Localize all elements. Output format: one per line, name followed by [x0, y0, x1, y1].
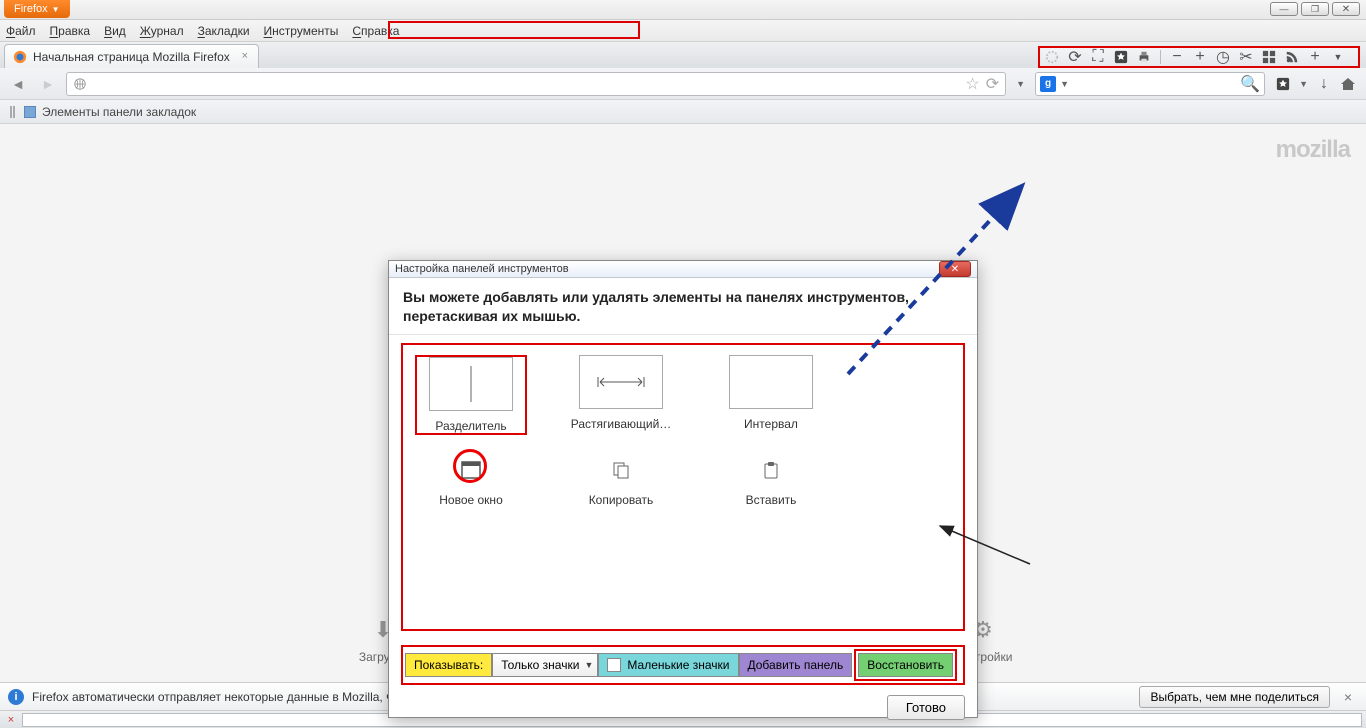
bookmarks-folder-icon: [24, 106, 36, 118]
menu-tools[interactable]: Инструменты: [264, 24, 339, 38]
fullscreen-icon[interactable]: ⛶: [1090, 49, 1106, 65]
status-close-icon[interactable]: ×: [4, 713, 18, 727]
dialog-title: Настройка панелей инструментов: [395, 263, 569, 275]
dialog-close-button[interactable]: ✕: [939, 261, 971, 277]
search-engine-icon[interactable]: g: [1040, 76, 1056, 92]
bookmark-star-icon[interactable]: ☆: [965, 74, 979, 94]
item-copy[interactable]: Копировать: [565, 455, 677, 507]
maximize-button[interactable]: ❐: [1301, 2, 1329, 16]
dialog-titlebar: Настройка панелей инструментов ✕: [389, 261, 977, 278]
annotation-highlight-controls: Показывать: Только значки Маленькие знач…: [401, 645, 965, 685]
menu-bookmarks[interactable]: Закладки: [198, 24, 250, 38]
show-label: Показывать:: [405, 653, 492, 677]
toolbar-right-icons: ▼ ↓: [1271, 76, 1360, 92]
info-close-button[interactable]: ×: [1338, 689, 1358, 705]
bookmarks-grip-icon: [10, 106, 18, 118]
downloads-icon[interactable]: ↓: [1316, 76, 1332, 92]
info-choose-button[interactable]: Выбрать, чем мне поделиться: [1139, 686, 1330, 708]
zoom-in-icon[interactable]: +: [1192, 49, 1208, 65]
bookmarks-menu-icon[interactable]: [1275, 76, 1291, 92]
reload-url-icon[interactable]: ⟳: [986, 74, 999, 94]
item-flexspace[interactable]: Растягивающий…: [565, 355, 677, 435]
annotation-highlight-items: Разделитель Растягивающий… Интервал Ново…: [401, 343, 965, 631]
dropdown-icon[interactable]: ▼: [1330, 49, 1346, 65]
window-controls: — ❐ ✕: [1270, 0, 1366, 16]
add-panel-button[interactable]: Добавить панель: [739, 653, 853, 677]
clock-icon[interactable]: ◷: [1215, 49, 1231, 65]
annotation-highlight-menubar: [388, 21, 640, 39]
paste-icon: [729, 455, 813, 485]
separator-icon: [429, 357, 513, 411]
annotation-highlight-toolbar: ⟳ ⛶ − + ◷ ✂ + ▼: [1038, 46, 1360, 68]
search-input[interactable]: g ▼ 🔍: [1035, 72, 1265, 96]
bookmark-box-icon[interactable]: [1113, 49, 1129, 65]
bookmarks-toolbar-label[interactable]: Элементы панели закладок: [42, 105, 196, 119]
menu-edit[interactable]: Правка: [50, 24, 91, 38]
show-mode-select[interactable]: Только значки: [492, 653, 598, 677]
tab-active[interactable]: Начальная страница Mozilla Firefox ×: [4, 44, 259, 68]
bookmarks-toolbar: Элементы панели закладок: [0, 100, 1366, 124]
minimize-button[interactable]: —: [1270, 2, 1298, 16]
search-dropdown-icon[interactable]: ▼: [1060, 79, 1069, 89]
rss-icon[interactable]: [1284, 49, 1300, 65]
dialog-instruction: Вы можете добавлять или удалять элементы…: [389, 278, 977, 335]
tab-close-button[interactable]: ×: [238, 50, 252, 64]
loading-icon[interactable]: [1044, 49, 1060, 65]
menu-file[interactable]: Файл: [6, 24, 36, 38]
url-dropdown-icon[interactable]: ▼: [1012, 79, 1029, 89]
url-input[interactable]: ☆ ⟳: [66, 72, 1006, 96]
dialog-controls: Показывать: Только значки Маленькие знач…: [389, 639, 977, 728]
home-icon[interactable]: [1340, 76, 1356, 92]
firefox-favicon-icon: [13, 50, 27, 64]
customize-toolbar-dialog: Настройка панелей инструментов ✕ Вы може…: [388, 260, 978, 718]
chevron-down-icon: ▼: [52, 5, 60, 14]
bm-dropdown-icon[interactable]: ▼: [1299, 79, 1308, 89]
small-icons-checkbox[interactable]: Маленькие значки: [598, 653, 738, 677]
search-icon[interactable]: 🔍: [1240, 74, 1260, 94]
item-newwindow[interactable]: Новое окно: [415, 455, 527, 507]
flexspace-icon: [579, 355, 663, 409]
checkbox-icon: [607, 658, 621, 672]
firefox-label: Firefox: [14, 3, 48, 15]
item-spacer[interactable]: Интервал: [715, 355, 827, 435]
copy-icon: [579, 455, 663, 485]
restore-button[interactable]: Восстановить: [858, 653, 953, 677]
annotation-highlight-restore: Восстановить: [854, 649, 957, 681]
spacer-icon: [729, 355, 813, 409]
add-icon[interactable]: +: [1307, 49, 1323, 65]
item-separator[interactable]: Разделитель: [415, 355, 527, 435]
done-button[interactable]: Готово: [887, 695, 965, 720]
print-icon[interactable]: [1136, 49, 1152, 65]
grid-icon[interactable]: [1261, 49, 1277, 65]
reload-icon[interactable]: ⟳: [1067, 49, 1083, 65]
navigation-toolbar: ◄ ► ☆ ⟳ ▼ g ▼ 🔍 ▼ ↓: [0, 68, 1366, 100]
back-button[interactable]: ◄: [6, 72, 30, 96]
menu-history[interactable]: Журнал: [140, 24, 184, 38]
firefox-menu-button[interactable]: Firefox ▼: [4, 0, 70, 18]
close-button[interactable]: ✕: [1332, 2, 1360, 16]
mozilla-logo: mozilla: [1276, 136, 1350, 164]
info-icon: i: [8, 689, 24, 705]
menu-bar: Файл Правка Вид Журнал Закладки Инструме…: [0, 20, 1366, 42]
menu-view[interactable]: Вид: [104, 24, 126, 38]
cut-icon[interactable]: ✂: [1238, 49, 1254, 65]
dialog-body: Разделитель Растягивающий… Интервал Ново…: [389, 335, 977, 639]
window-titlebar: Firefox ▼ — ❐ ✕: [0, 0, 1366, 20]
zoom-out-icon[interactable]: −: [1169, 49, 1185, 65]
item-paste[interactable]: Вставить: [715, 455, 827, 507]
tab-title: Начальная страница Mozilla Firefox: [33, 50, 230, 64]
browser-content: mozilla ⬇Загрузки ★Закладки ◷Журнал ✦Доп…: [0, 124, 1366, 682]
annotation-circle: [453, 449, 487, 483]
forward-button[interactable]: ►: [36, 72, 60, 96]
globe-icon: [73, 77, 87, 91]
